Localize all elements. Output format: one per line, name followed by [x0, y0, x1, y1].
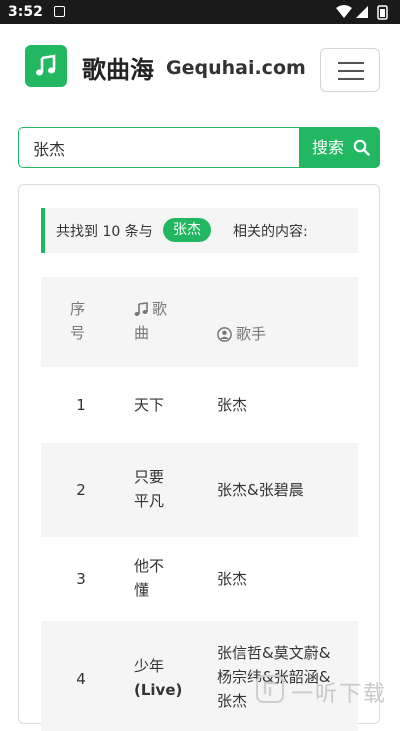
site-name-cn[interactable]: 歌曲海: [82, 50, 154, 85]
table-row[interactable]: 1 天下 张杰: [41, 367, 358, 443]
results-card: 共找到 10 条与 张杰 相关的内容: 序 号 歌 曲 歌手 1 天下 张杰 2…: [18, 184, 380, 731]
table-row[interactable]: 3 他不 懂 张杰: [41, 537, 358, 621]
music-note-icon: [134, 302, 148, 316]
notification-icon: [54, 6, 65, 17]
song-title-line2[interactable]: (Live): [134, 678, 204, 702]
site-name-en[interactable]: Gequhai.com: [166, 57, 306, 79]
signal-icon: [356, 6, 368, 18]
wifi-icon: [336, 5, 352, 18]
notice-suffix: 相关的内容:: [233, 224, 308, 240]
menu-button[interactable]: [320, 48, 380, 92]
artist-name[interactable]: 张杰: [217, 567, 352, 591]
status-bar: 3:52: [0, 0, 400, 24]
status-time: 3:52: [8, 4, 43, 20]
watermark: 一听下载: [255, 672, 400, 707]
search-bar: 搜索: [18, 127, 380, 168]
status-icons: [336, 5, 388, 20]
artist-name[interactable]: 张杰: [217, 393, 352, 417]
site-header: 歌曲海 Gequhai.com: [0, 24, 400, 116]
hamburger-icon: [338, 62, 364, 64]
site-logo[interactable]: [25, 45, 67, 87]
watermark-logo: [256, 675, 284, 703]
row-index: 2: [76, 481, 86, 499]
music-note-icon: [36, 54, 56, 76]
header-index-1: 序: [70, 300, 86, 318]
song-title-line1[interactable]: 只要: [134, 465, 204, 489]
user-circle-icon: [217, 327, 232, 342]
search-input[interactable]: [18, 127, 299, 168]
table-header: 序 号 歌 曲 歌手: [41, 277, 358, 367]
row-index: 3: [76, 570, 86, 588]
header-song-1: 歌: [152, 300, 168, 318]
table-row[interactable]: 2 只要 平凡 张杰&张碧晨: [41, 443, 358, 537]
row-index: 1: [76, 396, 86, 414]
header-song-2: 曲: [134, 324, 150, 342]
artist-name-line1[interactable]: 张信哲&莫文蔚&: [217, 641, 352, 665]
song-title-line2[interactable]: 平凡: [134, 489, 204, 513]
header-artist: 歌手: [236, 325, 267, 343]
row-index: 4: [76, 670, 86, 688]
song-title[interactable]: 天下: [134, 393, 204, 417]
song-title-line1[interactable]: 少年: [134, 654, 204, 678]
watermark-text: 一听下载: [291, 682, 388, 707]
search-icon: [353, 139, 370, 156]
results-notice: 共找到 10 条与 张杰 相关的内容:: [41, 208, 358, 253]
song-title-line1[interactable]: 他不: [134, 554, 204, 578]
notice-prefix: 共找到 10 条与: [56, 224, 153, 240]
search-button[interactable]: 搜索: [299, 127, 380, 168]
keyword-badge: 张杰: [163, 218, 211, 242]
header-index-2: 号: [70, 324, 86, 342]
song-title-line2[interactable]: 懂: [134, 578, 204, 602]
artist-name[interactable]: 张杰&张碧晨: [217, 478, 352, 502]
search-button-label: 搜索: [312, 138, 345, 157]
